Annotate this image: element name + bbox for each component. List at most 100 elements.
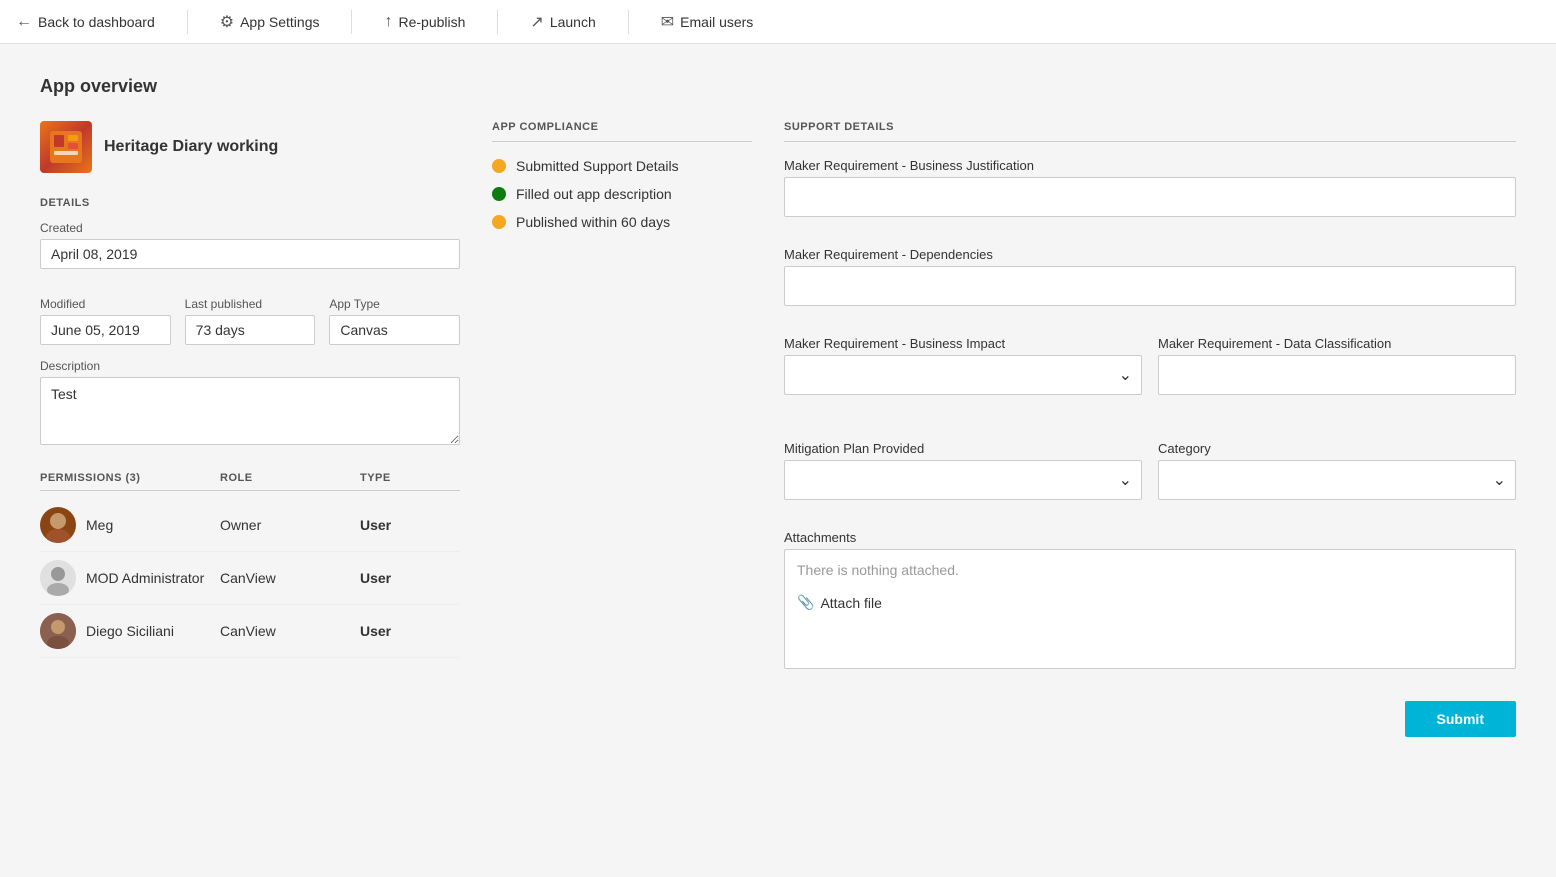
compliance-item-2: Filled out app description (492, 186, 752, 202)
dependencies-field: Maker Requirement - Dependencies (784, 247, 1516, 322)
perm-user-mod: MOD Administrator (40, 560, 220, 596)
biz-impact-label: Maker Requirement - Business Impact (784, 336, 1142, 351)
perm-user-meg: Meg (40, 507, 220, 543)
description-field-group: Description Test (40, 359, 460, 448)
perm-name-meg: Meg (86, 517, 113, 533)
app-header: Heritage Diary working (40, 121, 460, 173)
description-label: Description (40, 359, 460, 373)
compliance-section: APP COMPLIANCE Submitted Support Details… (492, 121, 752, 242)
app-settings-nav[interactable]: ⚙ App Settings (220, 12, 320, 32)
data-classification-label: Maker Requirement - Data Classification (1158, 336, 1516, 351)
permissions-header: PERMISSIONS (3) ROLE TYPE (40, 472, 460, 491)
dependencies-input[interactable] (784, 266, 1516, 306)
perm-user-diego: Diego Siciliani (40, 613, 220, 649)
fields-row: Modified Last published App Type (40, 297, 460, 359)
mitigation-select[interactable] (784, 460, 1142, 500)
biz-impact-select[interactable] (784, 355, 1142, 395)
perm-type-meg: User (360, 517, 460, 533)
compliance-label-3: Published within 60 days (516, 214, 670, 230)
back-to-dashboard[interactable]: ← Back to dashboard (16, 13, 155, 31)
created-label: Created (40, 221, 460, 235)
biz-justification-input[interactable] (784, 177, 1516, 217)
launch-icon: ↗ (530, 12, 543, 32)
republish-nav[interactable]: ↑ Re-publish (384, 13, 465, 31)
attachments-box: There is nothing attached. 📎 Attach file (784, 549, 1516, 669)
support-two-col-2: Mitigation Plan Provided ⌄ Category (784, 441, 1516, 514)
compliance-item-3: Published within 60 days (492, 214, 752, 230)
avatar-diego (40, 613, 76, 649)
attach-file-button[interactable]: 📎 Attach file (797, 590, 882, 615)
app-icon-inner (40, 121, 92, 173)
perm-row-diego: Diego Siciliani CanView User (40, 605, 460, 658)
perm-row-mod: MOD Administrator CanView User (40, 552, 460, 605)
data-classification-input[interactable] (1158, 355, 1516, 395)
email-users-nav[interactable]: ✉ Email users (661, 12, 754, 32)
modified-field-group: Modified (40, 297, 171, 359)
attachments-label: Attachments (784, 530, 1516, 545)
app-type-input[interactable] (329, 315, 460, 345)
created-input[interactable] (40, 239, 460, 269)
role-col-label: ROLE (220, 472, 360, 484)
nav-divider-1 (187, 10, 188, 34)
last-published-label: Last published (185, 297, 316, 311)
details-section-label: DETAILS (40, 197, 460, 209)
biz-impact-dropdown-wrapper: ⌄ (784, 355, 1142, 395)
main-content: App overview Heritage Diary w (0, 44, 1556, 769)
app-icon-svg (48, 129, 84, 165)
perm-name-diego: Diego Siciliani (86, 623, 174, 639)
back-arrow-icon: ← (16, 13, 32, 31)
category-dropdown-wrapper: ⌄ (1158, 460, 1516, 500)
perm-row-meg: Meg Owner User (40, 499, 460, 552)
mitigation-label: Mitigation Plan Provided (784, 441, 1142, 456)
app-name: Heritage Diary working (104, 138, 278, 156)
app-type-label: App Type (329, 297, 460, 311)
attachments-empty-text: There is nothing attached. (797, 562, 1503, 578)
mitigation-field: Mitigation Plan Provided ⌄ (784, 441, 1142, 500)
mitigation-dropdown-wrapper: ⌄ (784, 460, 1142, 500)
submit-row: Submit (784, 701, 1516, 737)
category-field: Category ⌄ (1158, 441, 1516, 500)
perm-type-diego: User (360, 623, 460, 639)
left-panel: Heritage Diary working DETAILS Created M… (40, 121, 460, 658)
attachments-field: Attachments There is nothing attached. 📎… (784, 530, 1516, 669)
email-icon: ✉ (661, 12, 674, 32)
description-input[interactable]: Test (40, 377, 460, 445)
compliance-label-1: Submitted Support Details (516, 158, 679, 174)
perm-name-mod: MOD Administrator (86, 570, 204, 586)
paperclip-icon: 📎 (797, 594, 814, 611)
perm-role-mod: CanView (220, 570, 360, 586)
app-type-field-group: App Type (329, 297, 460, 359)
nav-divider-3 (497, 10, 498, 34)
support-title: SUPPORT DETAILS (784, 121, 1516, 142)
overview-layout: Heritage Diary working DETAILS Created M… (40, 121, 1516, 737)
dependencies-label: Maker Requirement - Dependencies (784, 247, 1516, 262)
avatar-meg (40, 507, 76, 543)
modified-label: Modified (40, 297, 171, 311)
perm-role-meg: Owner (220, 517, 360, 533)
perm-role-diego: CanView (220, 623, 360, 639)
submit-button[interactable]: Submit (1405, 701, 1516, 737)
app-icon (40, 121, 92, 173)
topnav: ← Back to dashboard ⚙ App Settings ↑ Re-… (0, 0, 1556, 44)
compliance-label-2: Filled out app description (516, 186, 672, 202)
type-col-label: TYPE (360, 472, 460, 484)
last-published-input[interactable] (185, 315, 316, 345)
data-classification-field: Maker Requirement - Data Classification (1158, 336, 1516, 411)
compliance-item-1: Submitted Support Details (492, 158, 752, 174)
launch-nav[interactable]: ↗ Launch (530, 12, 595, 32)
modified-input[interactable] (40, 315, 171, 345)
biz-justification-label: Maker Requirement - Business Justificati… (784, 158, 1516, 173)
biz-impact-field: Maker Requirement - Business Impact ⌄ (784, 336, 1142, 411)
page-title: App overview (40, 76, 1516, 97)
created-field-group: Created (40, 221, 460, 283)
biz-justification-field: Maker Requirement - Business Justificati… (784, 158, 1516, 233)
compliance-title: APP COMPLIANCE (492, 121, 752, 142)
nav-divider-4 (628, 10, 629, 34)
support-two-col-1: Maker Requirement - Business Impact ⌄ Ma… (784, 336, 1516, 425)
attach-file-label: Attach file (820, 595, 881, 611)
category-select[interactable] (1158, 460, 1516, 500)
nav-divider-2 (351, 10, 352, 34)
permissions-title: PERMISSIONS (3) (40, 472, 220, 484)
gear-icon: ⚙ (220, 12, 234, 32)
perm-type-mod: User (360, 570, 460, 586)
